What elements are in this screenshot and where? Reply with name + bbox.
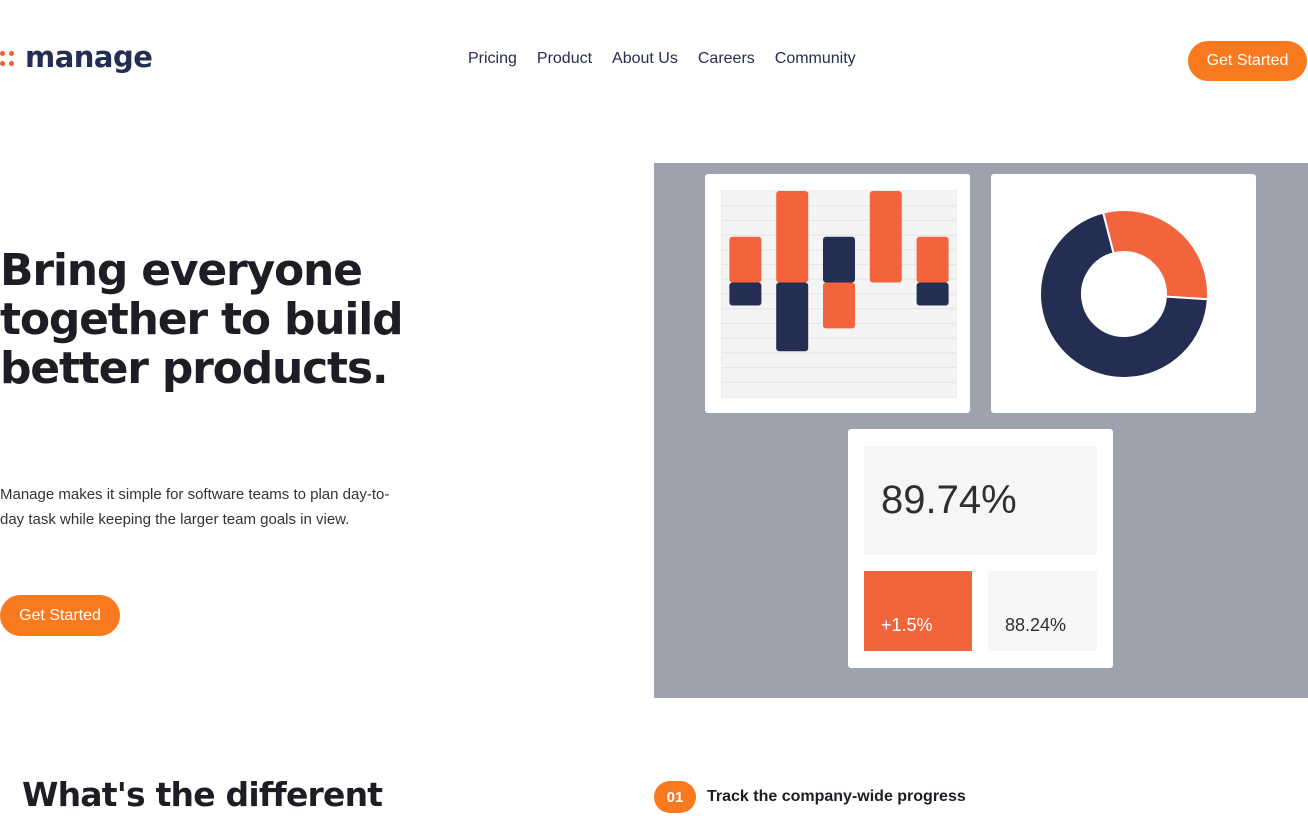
nav-item-community[interactable]: Community [775, 50, 856, 68]
bar-segment [823, 282, 855, 329]
bar-segment [776, 191, 809, 283]
secondary-stat: 88.24% [988, 571, 1097, 651]
donut-chart [1039, 209, 1209, 379]
feature-item: 01 Track the company-wide progress [654, 781, 966, 813]
bar-chart-card [705, 174, 970, 413]
change-stat: +1.5% [864, 571, 972, 651]
logo-text: manage [25, 40, 153, 74]
bar-chart [722, 191, 956, 383]
logo[interactable]: manage [0, 40, 153, 74]
hero-get-started-button[interactable]: Get Started [0, 595, 120, 636]
nav-item-careers[interactable]: Careers [698, 50, 755, 68]
donut-slice [1101, 209, 1209, 301]
main-nav: Pricing Product About Us Careers Communi… [468, 50, 856, 68]
bar-segment [776, 282, 809, 352]
hero-title: Bring everyone together to build better … [0, 245, 404, 394]
hero-description: Manage makes it simple for software team… [0, 486, 390, 528]
nav-item-about-us[interactable]: About Us [612, 50, 678, 68]
nav-item-product[interactable]: Product [537, 50, 592, 68]
bar-segment [729, 282, 762, 306]
donut-chart-card [991, 174, 1256, 413]
bar-segment [916, 282, 949, 306]
header-get-started-button[interactable]: Get Started [1188, 41, 1307, 81]
bar-chart-area [721, 190, 957, 398]
dot-grid-logo-icon [0, 50, 14, 66]
section-title: What's the different [22, 775, 383, 814]
nav-item-pricing[interactable]: Pricing [468, 50, 517, 68]
dashboard-illustration: 89.74% +1.5% 88.24% [654, 163, 1308, 698]
main-stat: 89.74% [864, 446, 1097, 555]
bar-segment [869, 191, 902, 283]
feature-number-badge: 01 [654, 781, 696, 813]
feature-title: Track the company-wide progress [707, 788, 966, 805]
bar-segment [823, 236, 855, 283]
stats-card: 89.74% +1.5% 88.24% [848, 429, 1113, 668]
bar-segment [729, 236, 762, 283]
bar-segment [916, 236, 949, 283]
